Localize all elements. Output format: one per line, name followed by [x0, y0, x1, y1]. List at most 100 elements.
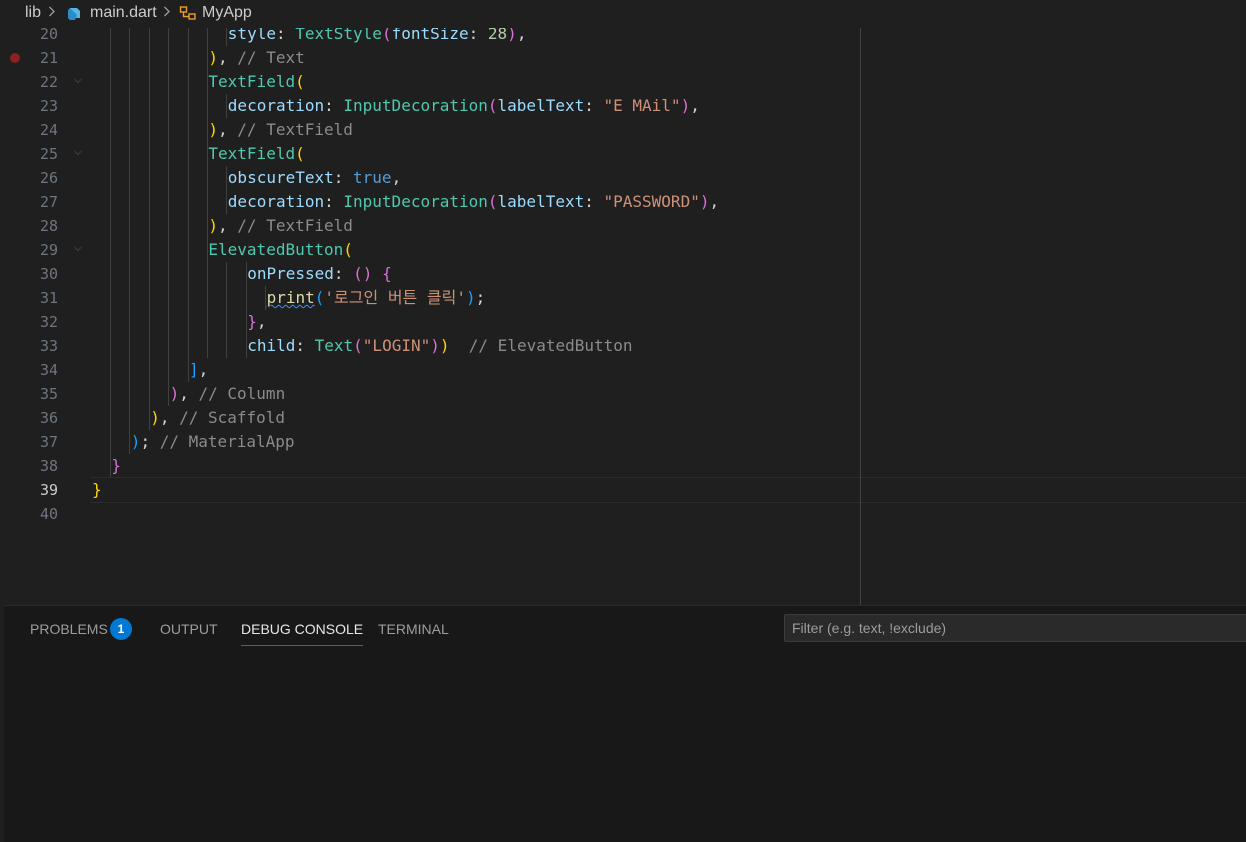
- code-line[interactable]: 30 onPressed: () {: [4, 262, 1246, 286]
- class-symbol-icon: [179, 6, 196, 20]
- tab-debug-console[interactable]: DEBUG CONSOLE: [241, 621, 364, 646]
- code-line[interactable]: 24), // TextField: [4, 118, 1246, 142]
- code-line[interactable]: 38}: [4, 454, 1246, 478]
- indent-guide: [110, 94, 111, 118]
- code-token: (: [381, 28, 392, 43]
- code-line[interactable]: 39}: [4, 477, 1246, 503]
- line-number[interactable]: 24: [4, 118, 58, 142]
- code-line[interactable]: 31 print('로그인 버튼 클릭');: [4, 286, 1246, 310]
- code-line[interactable]: 35), // Column: [4, 382, 1246, 406]
- code-line[interactable]: 25 TextField(: [4, 142, 1246, 166]
- line-number[interactable]: 35: [4, 382, 58, 406]
- line-number[interactable]: 33: [4, 334, 58, 358]
- line-number[interactable]: 37: [4, 430, 58, 454]
- indent-guide: [207, 262, 208, 286]
- chevron-down-icon[interactable]: [72, 243, 84, 255]
- indent-guide: [168, 166, 170, 190]
- line-number[interactable]: 39: [4, 478, 58, 502]
- indent-guide: [168, 238, 170, 262]
- code-line[interactable]: 34],: [4, 358, 1246, 382]
- problems-count-badge: 1: [110, 618, 132, 640]
- code-line[interactable]: 33 child: Text("LOGIN")) // ElevatedButto…: [4, 334, 1246, 358]
- indent-guide: [207, 286, 208, 310]
- indent-guide: [129, 70, 131, 94]
- code-token: ElevatedButton: [208, 240, 344, 259]
- breadcrumb-item-lib[interactable]: lib: [25, 4, 41, 22]
- indent-guide: [110, 358, 111, 382]
- code-token: ): [130, 432, 141, 451]
- code-token: // MaterialApp: [159, 432, 295, 451]
- code-line[interactable]: 29 ElevatedButton(: [4, 238, 1246, 262]
- indent-guide: [168, 214, 170, 238]
- code-line[interactable]: 22 TextField(: [4, 70, 1246, 94]
- breakpoint-icon[interactable]: [10, 53, 20, 63]
- line-number[interactable]: 34: [4, 358, 58, 382]
- code-token: InputDecoration: [343, 192, 488, 211]
- breadcrumb-item-myapp[interactable]: MyApp: [202, 4, 252, 22]
- tab-problems[interactable]: PROBLEMS: [30, 621, 108, 645]
- indent-guide: [129, 142, 131, 166]
- code-text: ],: [189, 358, 208, 382]
- line-number[interactable]: 30: [4, 262, 58, 286]
- indent-guide: [148, 70, 150, 94]
- code-token: {: [382, 264, 392, 283]
- code-token: ): [430, 336, 440, 355]
- indent-guide: [168, 28, 170, 46]
- code-token: ,: [179, 384, 199, 403]
- line-number[interactable]: 36: [4, 406, 58, 430]
- line-number[interactable]: 22: [4, 70, 58, 94]
- tab-output[interactable]: OUTPUT: [160, 621, 218, 645]
- code-line[interactable]: 23 decoration: InputDecoration(labelText:…: [4, 94, 1246, 118]
- code-token: ;: [140, 432, 160, 451]
- indent-guide: [110, 166, 111, 190]
- code-token: (: [295, 144, 305, 163]
- indent-guide: [187, 70, 189, 94]
- editor-ruler: [860, 28, 861, 605]
- code-token: decoration: [227, 96, 325, 115]
- line-number[interactable]: 31: [4, 286, 58, 310]
- code-token: // Scaffold: [179, 408, 286, 427]
- indent-guide: [129, 190, 131, 214]
- chevron-down-icon[interactable]: [72, 75, 84, 87]
- indent-guide: [207, 334, 208, 358]
- indent-guide: [148, 190, 150, 214]
- code-line[interactable]: 21), // Text: [4, 46, 1246, 70]
- line-number[interactable]: 32: [4, 310, 58, 334]
- line-number[interactable]: 20: [4, 28, 58, 46]
- code-token: '로그인 버튼 클릭': [324, 288, 466, 307]
- code-line[interactable]: 20 style: TextStyle(fontSize: 28),: [4, 28, 1246, 46]
- tab-terminal[interactable]: TERMINAL: [378, 621, 449, 645]
- code-line[interactable]: 26 obscureText: true,: [4, 166, 1246, 190]
- code-token: :: [584, 96, 604, 115]
- chevron-right-icon: [163, 3, 172, 23]
- line-number[interactable]: 25: [4, 142, 58, 166]
- line-number[interactable]: 29: [4, 238, 58, 262]
- code-line[interactable]: 37); // MaterialApp: [4, 430, 1246, 454]
- code-line[interactable]: 27 decoration: InputDecoration(labelText:…: [4, 190, 1246, 214]
- line-number[interactable]: 28: [4, 214, 58, 238]
- code-token: ): [465, 288, 476, 307]
- line-number[interactable]: 26: [4, 166, 58, 190]
- code-token: :: [324, 192, 344, 211]
- code-line[interactable]: 36), // Scaffold: [4, 406, 1246, 430]
- code-line[interactable]: 28), // TextField: [4, 214, 1246, 238]
- indent-guide: [129, 166, 131, 190]
- code-text: onPressed: () {: [247, 262, 392, 286]
- indent-guide: [148, 238, 150, 262]
- code-text: ), // Text: [208, 46, 304, 70]
- indent-guide: [187, 214, 189, 238]
- chevron-down-icon[interactable]: [72, 147, 84, 159]
- breadcrumb-item-main-dart[interactable]: main.dart: [90, 4, 157, 22]
- line-number[interactable]: 27: [4, 190, 58, 214]
- indent-guide: [226, 262, 228, 286]
- indent-guide: [110, 334, 111, 358]
- line-number[interactable]: 40: [4, 502, 58, 526]
- code-line[interactable]: 40: [4, 502, 1246, 526]
- filter-input[interactable]: [784, 614, 1246, 642]
- indent-guide: [129, 118, 131, 142]
- line-number[interactable]: 23: [4, 94, 58, 118]
- line-number[interactable]: 38: [4, 454, 58, 478]
- code-line[interactable]: 32},: [4, 310, 1246, 334]
- code-editor[interactable]: 20 style: TextStyle(fontSize: 28), 21), //…: [4, 28, 1246, 605]
